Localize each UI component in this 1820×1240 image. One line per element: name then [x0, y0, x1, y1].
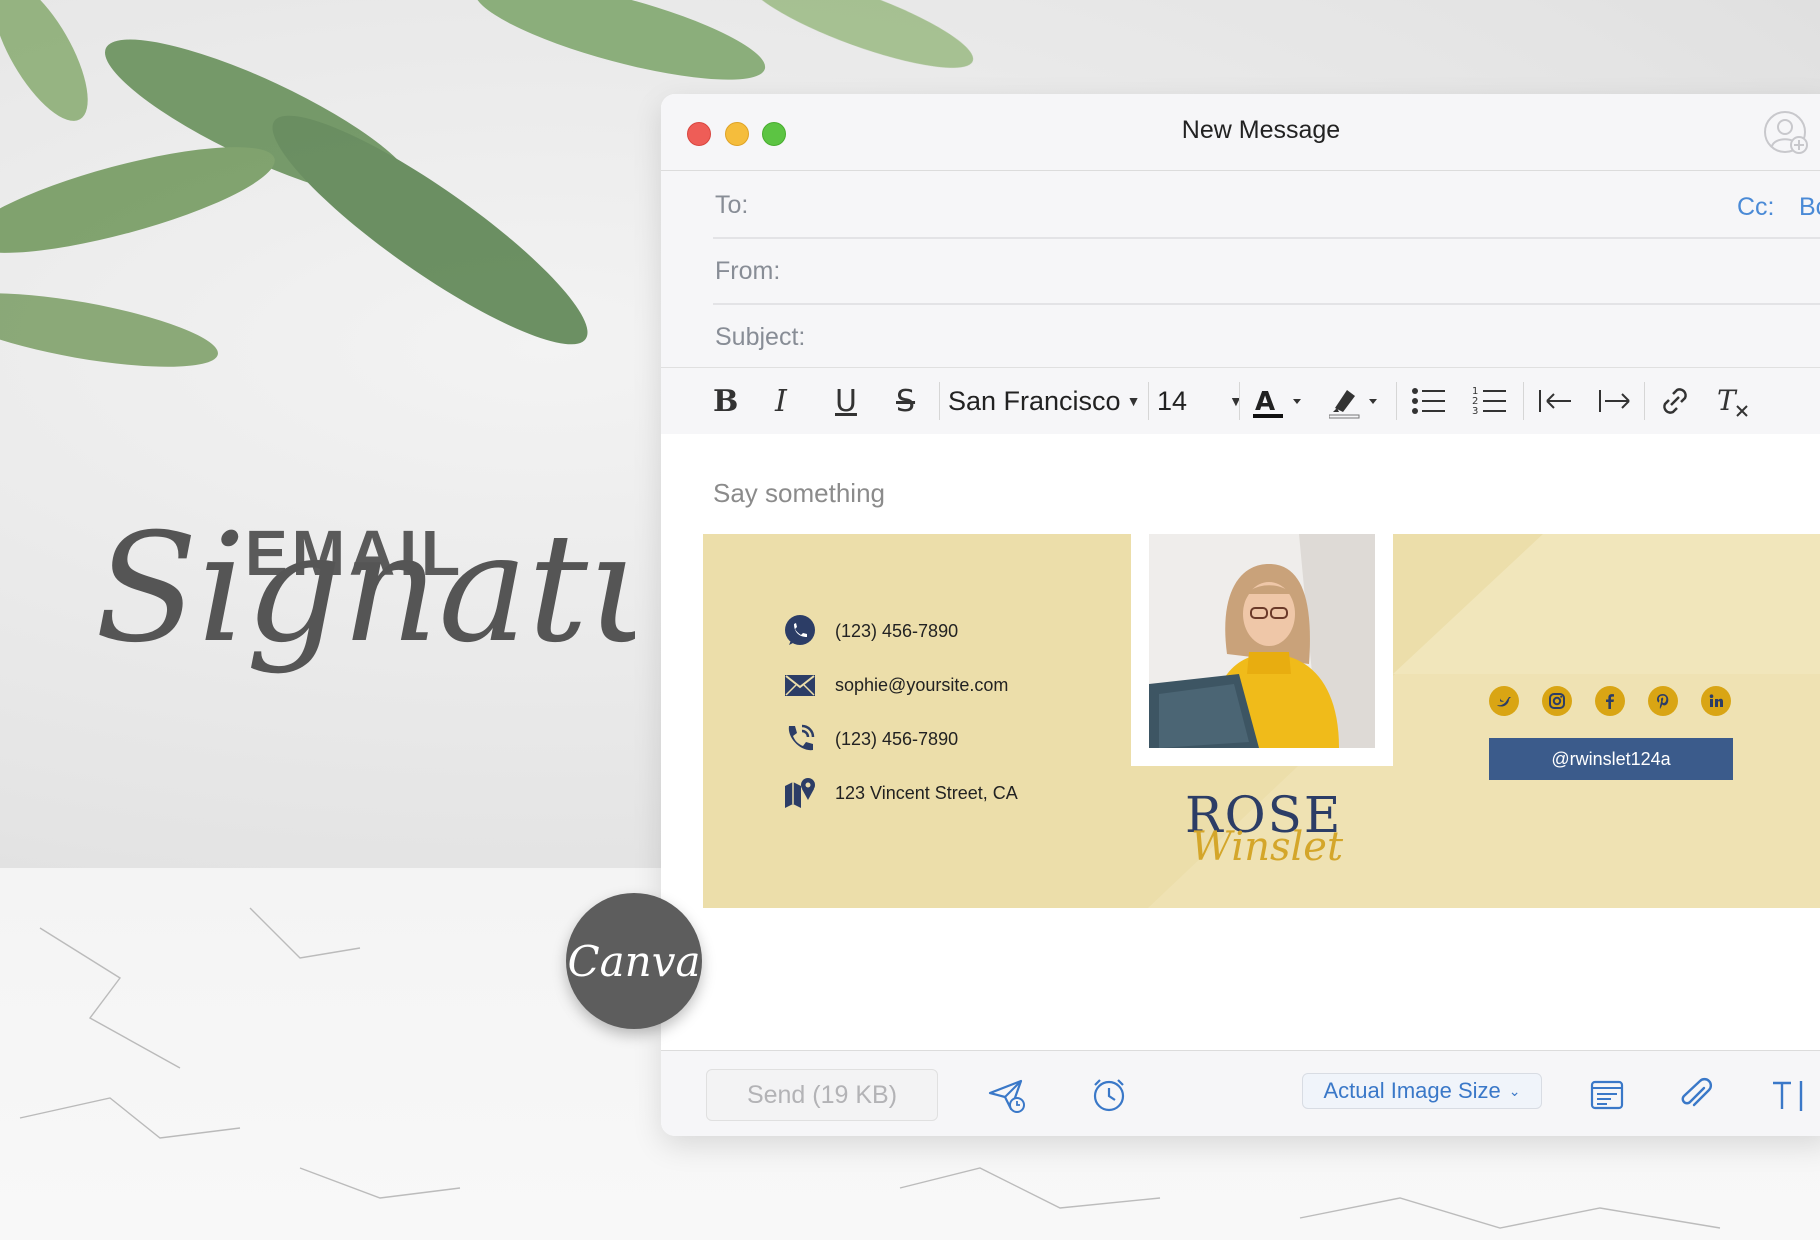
- italic-button[interactable]: I: [775, 382, 787, 420]
- signature-last-name: Winslet: [1191, 824, 1344, 870]
- from-label: From:: [715, 257, 781, 285]
- compose-footer: Send (19 KB) Actual Image Size ⌄: [661, 1050, 1820, 1136]
- strikethrough-button[interactable]: S: [896, 382, 915, 420]
- toolbar-divider: [1644, 382, 1645, 420]
- title-bar: New Message: [661, 94, 1820, 171]
- mail-compose-window: New Message To: Cc: Bcc: From: Subject: …: [661, 94, 1820, 1136]
- text-color-icon[interactable]: A: [1253, 382, 1307, 420]
- facebook-icon[interactable]: [1595, 686, 1625, 716]
- toolbar-divider: [1239, 382, 1240, 420]
- headline: EMAIL Signature: [95, 510, 635, 790]
- map-pin-icon: [785, 778, 815, 808]
- email-signature: (123) 456-7890 sophie@yoursite.com (123)…: [703, 534, 1820, 908]
- send-later-icon[interactable]: [987, 1075, 1027, 1115]
- format-panel-icon[interactable]: [1587, 1075, 1627, 1115]
- svg-text:Signature: Signature: [95, 510, 635, 676]
- image-size-value: Actual Image Size: [1323, 1078, 1501, 1103]
- canva-badge-label: Canva: [567, 936, 701, 986]
- image-size-select[interactable]: Actual Image Size ⌄: [1302, 1073, 1542, 1109]
- reminder-clock-icon[interactable]: [1089, 1075, 1129, 1115]
- linkedin-icon[interactable]: [1701, 686, 1731, 716]
- from-row[interactable]: From:: [713, 237, 1820, 305]
- svg-text:A: A: [1255, 387, 1275, 417]
- toolbar-divider: [939, 382, 940, 420]
- numbered-list-icon[interactable]: 1 2 3: [1472, 382, 1508, 420]
- send-button[interactable]: Send (19 KB): [706, 1069, 938, 1121]
- toolbar-divider: [1523, 382, 1524, 420]
- signature-phone-1: (123) 456-7890: [783, 614, 958, 648]
- link-icon[interactable]: [1658, 382, 1692, 420]
- signature-email-text: sophie@yoursite.com: [835, 674, 1009, 695]
- increase-indent-icon[interactable]: [1597, 382, 1635, 420]
- svg-text:3: 3: [1472, 406, 1478, 417]
- signature-phone-1-text: (123) 456-7890: [835, 620, 959, 641]
- text-format-icon[interactable]: [1769, 1075, 1809, 1115]
- bcc-button[interactable]: Bcc:: [1799, 193, 1820, 222]
- bold-button[interactable]: B: [713, 382, 738, 420]
- to-row[interactable]: To: Cc: Bcc:: [713, 171, 1820, 239]
- format-toolbar: B I U S San Francisco ▼ 14 ▼ A 1 2 3 T: [661, 367, 1820, 435]
- subject-row[interactable]: Subject:: [713, 303, 1820, 369]
- cc-button[interactable]: Cc:: [1737, 193, 1775, 222]
- signature-phone-2-text: (123) 456-7890: [835, 728, 959, 749]
- envelope-icon: [785, 675, 815, 696]
- phone-call-icon: [788, 724, 815, 751]
- profile-photo: [1149, 534, 1375, 748]
- font-size-select[interactable]: 14 ▼: [1157, 382, 1243, 420]
- whatsapp-icon: [785, 615, 815, 645]
- signature-script: Signature: [95, 510, 635, 676]
- attachment-icon[interactable]: [1676, 1075, 1716, 1115]
- social-handle-button[interactable]: @rwinslet124a: [1489, 738, 1733, 780]
- add-contact-icon[interactable]: [1763, 110, 1809, 156]
- toolbar-divider: [1396, 382, 1397, 420]
- profile-photo-frame: [1131, 534, 1393, 766]
- clear-formatting-icon[interactable]: T: [1717, 382, 1753, 420]
- to-label: To:: [715, 191, 749, 219]
- canva-badge: Canva: [566, 893, 702, 1029]
- signature-address-text: 123 Vincent Street, CA: [835, 782, 1018, 803]
- font-family-caret-icon: ▼: [1126, 393, 1141, 409]
- font-size-caret-icon: ▼: [1229, 393, 1243, 409]
- toolbar-divider: [1148, 382, 1149, 420]
- body-placeholder: Say something: [713, 478, 885, 508]
- subject-label: Subject:: [715, 323, 806, 351]
- font-family-select[interactable]: San Francisco ▼: [948, 382, 1140, 420]
- message-headers: To: Cc: Bcc: From: Subject:: [661, 171, 1820, 367]
- decrease-indent-icon[interactable]: [1537, 382, 1575, 420]
- send-button-label: Send (19 KB): [746, 1080, 898, 1109]
- signature-email: sophie@yoursite.com: [783, 668, 1008, 702]
- chevron-down-icon: ⌄: [1508, 1082, 1521, 1099]
- font-family-value: San Francisco: [948, 385, 1121, 416]
- underline-button[interactable]: U: [835, 382, 857, 420]
- window-title: New Message: [1181, 116, 1341, 144]
- highlight-color-icon[interactable]: [1329, 382, 1383, 420]
- signature-phone-2: (123) 456-7890: [783, 722, 958, 756]
- twitter-icon[interactable]: [1489, 686, 1519, 716]
- bullet-list-icon[interactable]: [1411, 382, 1447, 420]
- signature-address: 123 Vincent Street, CA: [783, 776, 1018, 810]
- instagram-icon[interactable]: [1542, 686, 1572, 716]
- social-icons: [1489, 686, 1754, 716]
- message-body[interactable]: Say something (123) 456-7890 sophie@your…: [661, 434, 1820, 1054]
- font-size-value: 14: [1157, 385, 1188, 416]
- social-handle-text: @rwinslet124a: [1551, 748, 1671, 769]
- pinterest-icon[interactable]: [1648, 686, 1678, 716]
- svg-text:T: T: [1717, 384, 1738, 417]
